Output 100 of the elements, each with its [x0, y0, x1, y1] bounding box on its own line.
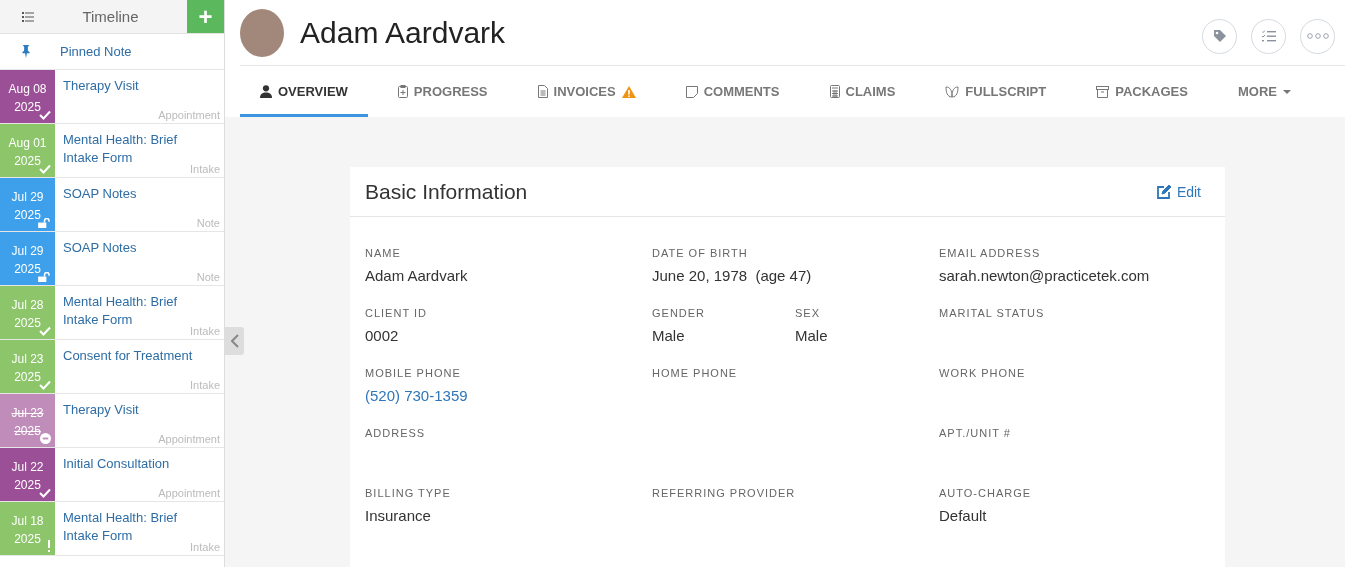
year-text: 2025: [14, 369, 41, 386]
year-text: 2025: [14, 99, 41, 116]
item-type: Note: [196, 217, 220, 229]
timeline-item[interactable]: Jul 23 2025 Therapy Visit Appointment: [0, 394, 224, 448]
year-text: 2025: [14, 531, 41, 548]
tab[interactable]: COMMENTS: [665, 65, 800, 117]
collapse-handle[interactable]: [225, 327, 244, 355]
tab[interactable]: MORE: [1217, 65, 1311, 117]
checklist-button[interactable]: [1251, 18, 1286, 54]
timeline-item[interactable]: Aug 08 2025 Therapy Visit Appointment: [0, 70, 224, 124]
timeline-item[interactable]: Jul 18 2025 Mental Health: Brief Intake Form Intake: [0, 502, 224, 556]
check-icon: [39, 326, 51, 336]
item-type: Note: [196, 271, 220, 283]
field-label: NAME: [365, 247, 402, 259]
field-label: APT./UNIT #: [939, 427, 1012, 439]
year-text: 2025: [14, 315, 41, 332]
year-text: 2025: [14, 207, 41, 224]
check-icon: [39, 164, 51, 174]
field-value: sarah.newton@practicetek.com: [939, 267, 1151, 284]
field-label: DATE OF BIRTH: [652, 247, 749, 259]
item-title: Therapy Visit: [63, 401, 140, 419]
field-label: BILLING TYPE: [365, 487, 452, 499]
timeline-item[interactable]: Aug 01 2025 Mental Health: Brief Intake Form Intake: [0, 124, 224, 178]
item-title: Mental Health: Brief Intake Form: [63, 293, 179, 329]
tag-button[interactable]: [1202, 18, 1237, 54]
year-text: 2025: [14, 423, 41, 440]
item-title: Mental Health: Brief Intake Form: [63, 131, 179, 167]
item-title: Mental Health: Brief Intake Form: [63, 509, 179, 545]
item-title: Consent for Treatment: [63, 347, 194, 365]
field-value: 0002: [365, 327, 400, 344]
client-name: Adam Aardvark: [300, 16, 507, 51]
date-text: Jul 29: [11, 243, 44, 260]
timeline-item[interactable]: Jul 29 2025 SOAP Notes Note: [0, 232, 224, 286]
unlock-icon: [38, 272, 51, 282]
timeline-item[interactable]: Jul 29 2025 SOAP Notes Note: [0, 178, 224, 232]
ellipsis-icon: [1306, 33, 1329, 40]
year-text: 2025: [14, 477, 41, 494]
timeline-item[interactable]: Jul 28 2025 Mental Health: Brief Intake Form Intake: [0, 286, 224, 340]
tab[interactable]: PACKAGES: [1076, 65, 1208, 117]
check-icon: [39, 380, 51, 390]
document-icon: [537, 85, 548, 99]
more-options-button[interactable]: [1300, 18, 1335, 54]
item-type: Intake: [190, 325, 220, 337]
item-type: Intake: [190, 541, 220, 553]
field-value: Insurance: [365, 507, 432, 524]
pinned-note-label: Pinned Note: [60, 44, 132, 59]
caret-icon: [1282, 89, 1291, 94]
card-title: Basic Information: [365, 179, 528, 204]
tab[interactable]: PROGRESS: [377, 65, 508, 117]
warning-icon: [621, 85, 636, 98]
date-text: Jul 29: [11, 189, 44, 206]
item-title: Initial Consultation: [63, 455, 171, 473]
tab[interactable]: CLAIMS: [809, 65, 916, 117]
archive-icon: [1096, 85, 1110, 98]
field-value: Male: [652, 327, 686, 344]
chevron-left-icon: [230, 334, 239, 348]
unlock-icon: [38, 218, 51, 228]
date-text: Jul 22: [11, 459, 44, 476]
field-value: Male: [795, 327, 829, 344]
person-icon: [260, 85, 272, 99]
list-icon[interactable]: [22, 11, 34, 22]
check-icon: [39, 488, 51, 498]
item-type: Intake: [190, 379, 220, 391]
checklist-icon: [1261, 30, 1276, 43]
item-title: Therapy Visit: [63, 77, 140, 95]
timeline-item[interactable]: Jul 23 2025 Consent for Treatment Intake: [0, 340, 224, 394]
field-label: EMAIL ADDRESS: [939, 247, 1042, 259]
field-value: Default: [939, 507, 988, 524]
item-type: Intake: [190, 163, 220, 175]
field-value: Adam Aardvark: [365, 267, 469, 284]
item-type: Appointment: [158, 487, 220, 499]
timeline-item[interactable]: Jul 22 2025 Initial Consultation Appointment: [0, 448, 224, 502]
field-label: AUTO-CHARGE: [939, 487, 1033, 499]
check-icon: [39, 110, 51, 120]
year-text: 2025: [14, 153, 41, 170]
field-label: WORK PHONE: [939, 367, 1027, 379]
minus-circle-icon: [40, 433, 51, 444]
phone-link[interactable]: (520) 730-1359: [365, 387, 468, 404]
field-label: GENDER: [652, 307, 707, 319]
date-text: Jul 28: [11, 297, 44, 314]
year-text: 2025: [14, 261, 41, 278]
item-title: SOAP Notes: [63, 239, 138, 257]
photo-placeholder: [240, 9, 284, 58]
edit-link[interactable]: Edit: [1156, 183, 1201, 200]
tag-icon: [1212, 29, 1227, 44]
date-text: Jul 23: [11, 351, 44, 368]
pin-icon: [21, 45, 31, 58]
leaf-icon: [945, 85, 960, 98]
tab[interactable]: INVOICES: [517, 65, 656, 117]
date-text: Jul 23: [11, 405, 44, 422]
date-text: Jul 18: [11, 513, 44, 530]
clipboard-icon: [397, 85, 408, 99]
item-type: Appointment: [158, 433, 220, 445]
tab[interactable]: FULLSCRIPT: [925, 65, 1067, 117]
calculator-icon: [829, 85, 840, 99]
field-label: MOBILE PHONE: [365, 367, 462, 379]
edit-icon: [1156, 184, 1172, 199]
field-label: REFERRING PROVIDER: [652, 487, 797, 499]
date-text: Aug 01: [8, 135, 47, 152]
item-type: Appointment: [158, 109, 220, 121]
